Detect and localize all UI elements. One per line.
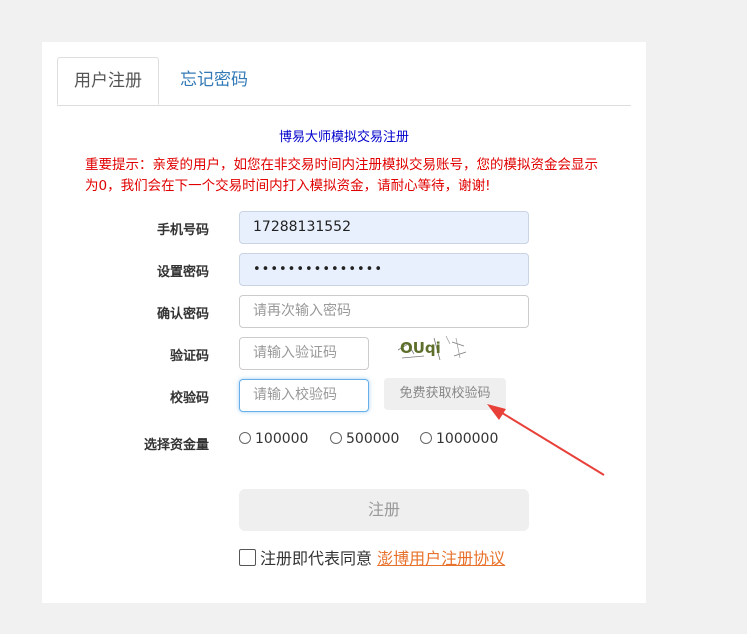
agreement-checkbox[interactable]	[239, 549, 256, 566]
phone-label: 手机号码	[156, 223, 209, 238]
radio-icon[interactable]	[330, 432, 342, 444]
fund-option-1000000[interactable]: 1000000	[420, 431, 498, 447]
confirm-password-label: 确认密码	[156, 307, 209, 322]
page-title: 博易大师模拟交易注册	[278, 130, 409, 145]
agreement-text: 注册即代表同意	[260, 549, 373, 568]
captcha-label: 验证码	[169, 349, 209, 364]
fund-option-500000[interactable]: 500000	[330, 431, 399, 447]
captcha-image[interactable]: OUqi	[394, 332, 468, 364]
radio-icon[interactable]	[239, 432, 251, 444]
captcha-input[interactable]: 请输入验证码	[239, 337, 369, 370]
radio-icon[interactable]	[420, 432, 432, 444]
fund-label: 选择资金量	[143, 438, 209, 453]
sms-code-input[interactable]: 请输入校验码	[239, 379, 369, 412]
password-input[interactable]: •••••••••••••••	[239, 253, 529, 286]
captcha-text: OUqi	[400, 339, 441, 357]
register-panel: 用户注册 忘记密码 博易大师模拟交易注册 重要提示：亲爱的用户，如您在非交易时间…	[42, 42, 646, 603]
phone-input[interactable]: 17288131552	[239, 211, 529, 244]
agreement-row: 注册即代表同意 澎博用户注册协议	[239, 545, 505, 569]
important-notice: 重要提示：亲爱的用户，如您在非交易时间内注册模拟交易账号，您的模拟资金会显示为0…	[85, 157, 598, 194]
register-button[interactable]: 注册	[239, 489, 529, 531]
agreement-link[interactable]: 澎博用户注册协议	[377, 549, 505, 568]
fund-option-100000[interactable]: 100000	[239, 431, 308, 447]
tab-bar: 用户注册 忘记密码	[57, 57, 631, 106]
sms-code-label: 校验码	[169, 391, 209, 406]
tab-forgot-password[interactable]: 忘记密码	[164, 57, 264, 104]
password-label: 设置密码	[156, 265, 209, 280]
confirm-password-input[interactable]: 请再次输入密码	[239, 295, 529, 328]
get-sms-code-button[interactable]: 免费获取校验码	[384, 378, 506, 410]
tab-register[interactable]: 用户注册	[57, 57, 159, 105]
